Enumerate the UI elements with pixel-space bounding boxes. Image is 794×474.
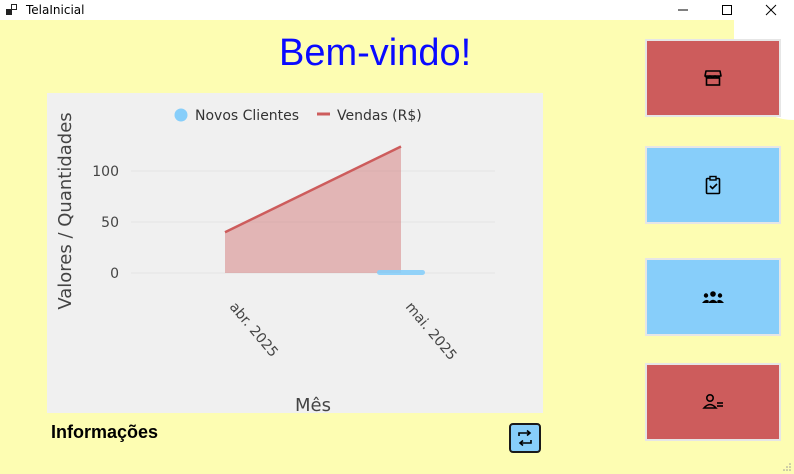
y-axis-label: Valores / Quantidades [55,112,76,309]
group-icon [702,291,724,303]
clipboard-check-icon [705,175,721,195]
legend-novos-clientes-marker [174,108,188,122]
info-label: Informações [51,422,159,442]
legend-novos-clientes-label: Novos Clientes [195,108,299,124]
close-icon [765,4,777,16]
swap-icon [518,429,532,447]
user-manage-icon [702,393,723,409]
resize-grip-icon[interactable] [782,462,792,472]
store-icon [704,70,722,86]
user-manage-button[interactable] [645,363,781,441]
legend-vendas-label: Vendas (R$) [337,108,422,124]
novos-clientes-bar [377,270,425,275]
x-tick-label: mai. 2025 [402,299,460,363]
store-button[interactable] [645,39,781,117]
x-axis-label: Mês [295,395,331,413]
minimize-icon [678,9,688,11]
toggle-chart-button[interactable] [509,423,541,453]
y-tick-label: 0 [110,266,119,282]
title-bar: TelaInicial [0,0,794,20]
maximize-icon [722,5,732,15]
main-area: Bem-vindo! 0 50 100 Valores / Quantidades Mê… [0,20,794,474]
app-icon [6,4,17,15]
chart-panel: 0 50 100 Valores / Quantidades Mês abr. 2025 m… [47,93,543,416]
minimize-button[interactable] [660,0,706,20]
chart: 0 50 100 Valores / Quantidades Mês abr. 2025 m… [55,108,495,416]
x-tick-label: abr. 2025 [226,299,281,360]
group-button[interactable] [645,258,781,336]
close-button[interactable] [748,0,794,20]
maximize-button[interactable] [704,0,750,20]
clipboard-check-button[interactable] [645,146,781,224]
window-title: TelaInicial [26,3,85,17]
welcome-heading: Bem-vindo! [279,32,472,74]
vendas-area [225,146,401,273]
y-tick-label: 50 [101,215,119,231]
y-tick-label: 100 [92,164,119,180]
